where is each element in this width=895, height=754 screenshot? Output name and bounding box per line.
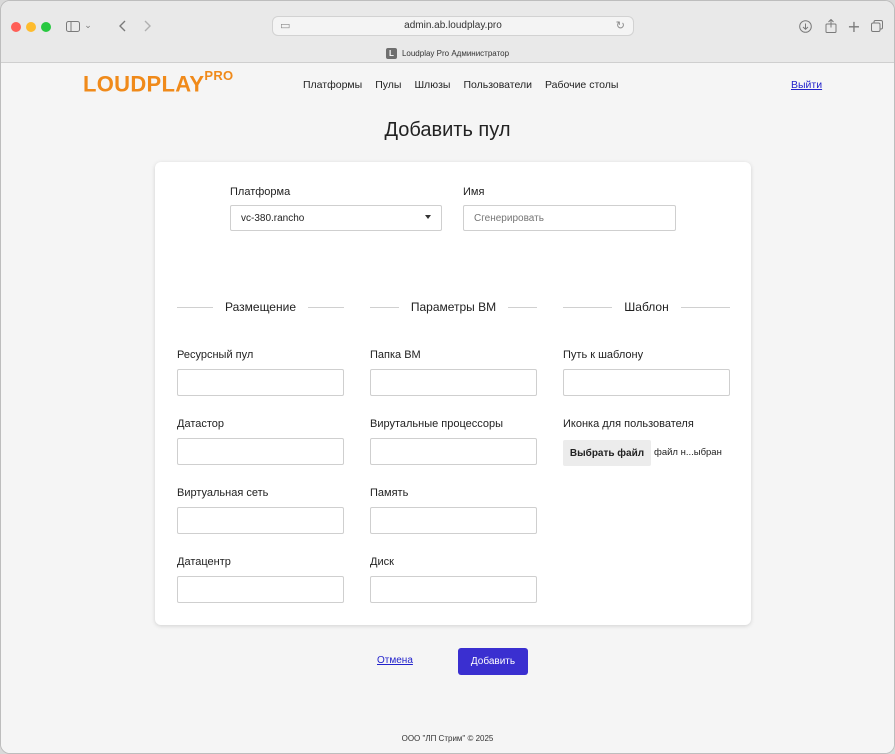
minimize-window-button[interactable] <box>26 22 36 32</box>
chevron-down-icon[interactable]: ⌄ <box>83 15 93 37</box>
disk-input[interactable] <box>370 576 537 603</box>
vm-folder-label: Папка ВМ <box>370 349 421 361</box>
tab-overview-icon[interactable] <box>869 15 885 37</box>
reload-icon[interactable]: ↻ <box>616 19 625 32</box>
caret-down-icon <box>425 215 431 219</box>
datastore-input[interactable] <box>177 438 344 465</box>
nav-item-pools[interactable]: Пулы <box>375 79 401 91</box>
nav-item-gateways[interactable]: Шлюзы <box>414 79 450 91</box>
cancel-link[interactable]: Отмена <box>377 655 413 666</box>
memory-label: Память <box>370 487 409 499</box>
section-template: Шаблон <box>563 297 731 317</box>
user-icon-label: Иконка для пользователя <box>563 418 694 430</box>
back-arrow-icon[interactable] <box>117 15 129 37</box>
favicon-icon: L <box>385 48 397 59</box>
browser-window: ⌄ ▭ admin.ab.loudplay.pro ↻ + L Loudplay… <box>0 0 895 754</box>
platform-label: Платформа <box>230 186 291 198</box>
logout-link[interactable]: Выйти <box>791 79 822 91</box>
address-bar[interactable]: ▭ admin.ab.loudplay.pro ↻ <box>272 16 634 36</box>
memory-input[interactable] <box>370 507 537 534</box>
section-vm-params-title: Параметры ВМ <box>410 300 497 314</box>
vm-folder-input[interactable] <box>370 369 537 396</box>
datastore-label: Датастор <box>177 418 225 430</box>
page-content: LOUDPLAYPRO Платформы Пулы Шлюзы Пользов… <box>1 63 894 753</box>
disk-label: Диск <box>370 556 394 568</box>
logo-text: LOUDPLAY <box>83 71 205 97</box>
close-window-button[interactable] <box>11 22 21 32</box>
datacenter-input[interactable] <box>177 576 344 603</box>
active-tab[interactable]: L Loudplay Pro Администратор <box>1 44 894 63</box>
section-vm-params: Параметры ВМ <box>370 297 537 317</box>
add-button[interactable]: Добавить <box>458 648 528 675</box>
nav-item-users[interactable]: Пользователи <box>463 79 532 91</box>
template-path-input[interactable] <box>563 369 730 396</box>
url-text: admin.ab.loudplay.pro <box>404 20 502 31</box>
logo-sup: PRO <box>204 68 234 83</box>
name-label: Имя <box>463 186 485 198</box>
section-placement: Размещение <box>177 297 344 317</box>
forward-arrow-icon[interactable] <box>141 15 153 37</box>
section-template-title: Шаблон <box>624 300 669 314</box>
tab-title: Loudplay Pro Администратор <box>401 49 510 58</box>
file-status: файл н...ыбран <box>654 447 722 458</box>
footer-copyright: ООО "ЛП Стрим" © 2025 <box>401 734 494 743</box>
virtual-network-input[interactable] <box>177 507 344 534</box>
name-input[interactable] <box>463 205 676 231</box>
new-tab-icon[interactable]: + <box>847 15 861 37</box>
virtual-cpus-input[interactable] <box>370 438 537 465</box>
platform-select-value: vc-380.rancho <box>241 212 305 224</box>
logo[interactable]: LOUDPLAYPRO <box>83 68 234 97</box>
nav-item-platforms[interactable]: Платформы <box>303 79 362 91</box>
share-icon[interactable] <box>823 15 839 37</box>
zoom-window-button[interactable] <box>41 22 51 32</box>
virtual-cpus-label: Вирутальные процессоры <box>370 418 504 430</box>
choose-file-button[interactable]: Выбрать файл <box>563 440 651 466</box>
main-nav: Платформы Пулы Шлюзы Пользователи Рабочи… <box>303 79 618 91</box>
browser-toolbar: ⌄ ▭ admin.ab.loudplay.pro ↻ + L Loudplay… <box>1 1 894 63</box>
sidebar-icon[interactable] <box>65 15 81 37</box>
section-placement-title: Размещение <box>225 300 296 314</box>
resource-pool-label: Ресурсный пул <box>177 349 254 361</box>
datacenter-label: Датацентр <box>177 556 231 568</box>
nav-item-desktops[interactable]: Рабочие столы <box>545 79 618 91</box>
resource-pool-input[interactable] <box>177 369 344 396</box>
add-pool-form: Платформа vc-380.rancho Имя Размещение П… <box>155 162 751 625</box>
platform-select[interactable]: vc-380.rancho <box>230 205 442 231</box>
virtual-network-label: Виртуальная сеть <box>177 487 269 499</box>
page-title: Добавить пул <box>384 119 511 141</box>
template-path-label: Путь к шаблону <box>563 349 644 361</box>
download-icon[interactable] <box>797 15 813 37</box>
